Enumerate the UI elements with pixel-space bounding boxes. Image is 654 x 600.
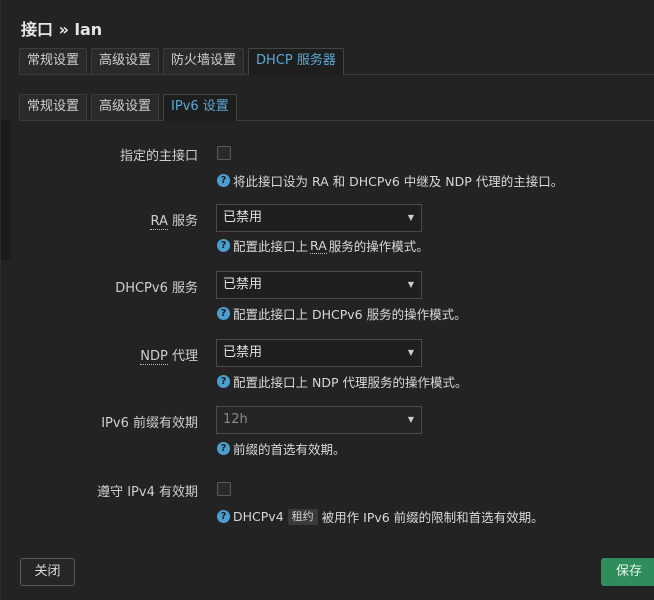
tab-firewall[interactable]: 防火墙设置: [163, 48, 245, 74]
dhcpv6-label: DHCPv6 服务: [115, 281, 198, 296]
close-button[interactable]: 关闭: [20, 558, 75, 586]
dialog-title: 接口 » lan: [21, 20, 103, 39]
interface-dialog: 接口 » lan 常规设置 高级设置 防火墙设置 DHCP 服务器 常规设置 高…: [0, 0, 654, 600]
sub-tabbar: 常规设置 高级设置 IPv6 设置: [19, 94, 654, 121]
help-icon: ?: [217, 375, 230, 388]
master-help-text: 将此接口设为 RA 和 DHCPv6 中继及 NDP 代理的主接口。: [233, 174, 564, 189]
chevron-down-icon: ▼: [407, 213, 414, 222]
ipv4-lifetime-label: 遵守 IPv4 有效期: [97, 485, 198, 500]
tab-advanced[interactable]: 高级设置: [91, 48, 160, 74]
chevron-down-icon: ▼: [407, 280, 414, 289]
master-label: 指定的主接口: [119, 149, 198, 164]
master-help: ? 将此接口设为 RA 和 DHCPv6 中继及 NDP 代理的主接口。: [217, 171, 563, 190]
master-checkbox[interactable]: [217, 146, 231, 160]
help-icon: ?: [217, 510, 230, 523]
prefix-lifetime-help: ? 前缀的首选有效期。: [217, 439, 346, 458]
ra-help-abbr: RA: [310, 237, 327, 254]
chevron-down-icon: ▼: [407, 415, 414, 424]
ipv4-lifetime-checkbox[interactable]: [217, 482, 231, 496]
ipv4-lifetime-help: ? DHCPv4 租约 被用作 IPv6 前缀的限制和首选有效期。: [217, 507, 544, 526]
ndp-help: ? 配置此接口上 NDP 代理服务的操作模式。: [217, 372, 467, 391]
subtab-general[interactable]: 常规设置: [19, 94, 88, 120]
ra-help-pre: 配置此接口上: [233, 239, 309, 254]
ndp-select[interactable]: 已禁用 ▼: [216, 339, 422, 367]
dhcpv6-select[interactable]: 已禁用 ▼: [216, 271, 422, 299]
ipv4-lifetime-help-post: 被用作 IPv6 前缀的限制和首选有效期。: [321, 510, 544, 525]
help-icon: ?: [217, 442, 230, 455]
subtab-advanced[interactable]: 高级设置: [91, 94, 160, 120]
ndp-label-abbr: NDP: [140, 349, 168, 365]
subtab-ipv6[interactable]: IPv6 设置: [163, 94, 237, 121]
prefix-lifetime-label: IPv6 前缀有效期: [101, 416, 198, 431]
ndp-label: NDP 代理: [140, 345, 198, 365]
dhcpv6-help-text: 配置此接口上 DHCPv6 服务的操作模式。: [233, 307, 467, 322]
ra-help-post: 服务的操作模式。: [328, 239, 429, 254]
ndp-select-value: 已禁用: [223, 345, 263, 360]
tab-general[interactable]: 常规设置: [19, 48, 88, 74]
ra-select-value: 已禁用: [223, 210, 263, 225]
ra-select[interactable]: 已禁用 ▼: [216, 204, 422, 232]
ndp-help-text: 配置此接口上 NDP 代理服务的操作模式。: [233, 375, 468, 390]
help-icon: ?: [217, 307, 230, 320]
dhcpv6-help: ? 配置此接口上 DHCPv6 服务的操作模式。: [217, 304, 467, 323]
ra-label-abbr: RA: [150, 214, 168, 230]
background-edge: [1, 120, 11, 260]
prefix-lifetime-value: 12h: [223, 412, 248, 427]
prefix-lifetime-select[interactable]: 12h ▼: [216, 406, 422, 434]
save-button[interactable]: 保存: [601, 558, 654, 586]
ndp-label-rest: 代理: [167, 349, 198, 364]
ra-label-rest: 服务: [167, 214, 198, 229]
ra-help: ? 配置此接口上 RA 服务的操作模式。: [217, 236, 429, 255]
tab-dhcp-server[interactable]: DHCP 服务器: [248, 48, 344, 75]
help-icon: ?: [217, 174, 230, 187]
chevron-down-icon: ▼: [407, 348, 414, 357]
help-icon: ?: [217, 239, 230, 252]
ra-label: RA 服务: [150, 210, 198, 230]
lease-code-tag: 租约: [287, 508, 318, 525]
main-tabbar: 常规设置 高级设置 防火墙设置 DHCP 服务器: [19, 48, 654, 75]
dhcpv6-select-value: 已禁用: [223, 277, 263, 292]
ipv4-lifetime-help-pre: DHCPv4: [233, 509, 284, 524]
prefix-lifetime-help-text: 前缀的首选有效期。: [233, 442, 346, 457]
